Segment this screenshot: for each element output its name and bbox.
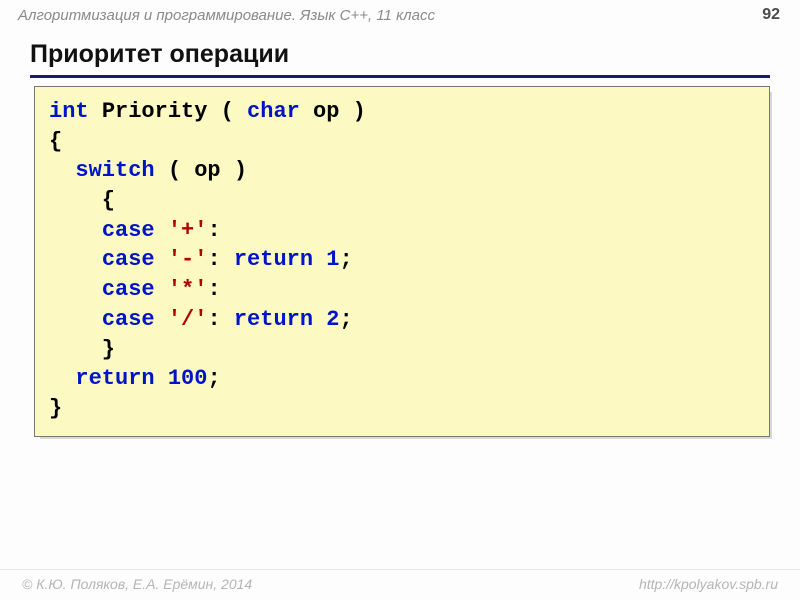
pad [49, 218, 102, 243]
txt: ( [207, 99, 247, 124]
txt: : [207, 247, 233, 272]
code-block: int Priority ( char op ) { switch ( op )… [34, 86, 770, 437]
num-literal: 2 [326, 307, 339, 332]
kw-return: return [234, 247, 313, 272]
char-literal: '+' [168, 218, 208, 243]
num-literal: 100 [168, 366, 208, 391]
header: Алгоритмизация и программирование. Язык … [0, 0, 800, 28]
txt: ( op ) [155, 158, 247, 183]
func-name: Priority [102, 99, 208, 124]
footer: © К.Ю. Поляков, Е.А. Ерёмин, 2014 http:/… [0, 569, 800, 592]
brace-open: { [49, 188, 115, 213]
kw-switch: switch [75, 158, 154, 183]
char-literal: '-' [168, 247, 208, 272]
header-title: Алгоритмизация и программирование. Язык … [18, 7, 435, 24]
kw-case: case [102, 307, 155, 332]
page-number: 92 [762, 6, 780, 24]
char-literal: '/' [168, 307, 208, 332]
page-title: Приоритет операции [30, 40, 770, 78]
txt: ; [339, 247, 352, 272]
txt: : [207, 218, 220, 243]
kw-char: char [247, 99, 300, 124]
brace-close: } [49, 337, 115, 362]
txt [313, 247, 326, 272]
num-literal: 1 [326, 247, 339, 272]
txt [155, 218, 168, 243]
brace-close: } [49, 396, 62, 421]
kw-case: case [102, 247, 155, 272]
txt: : [207, 277, 220, 302]
pad [49, 366, 75, 391]
pad [49, 307, 102, 332]
txt [313, 307, 326, 332]
kw-case: case [102, 218, 155, 243]
txt [155, 366, 168, 391]
txt: : [207, 307, 233, 332]
brace-open: { [49, 129, 62, 154]
txt [155, 307, 168, 332]
kw-case: case [102, 277, 155, 302]
pad [49, 277, 102, 302]
pad [49, 247, 102, 272]
pad [49, 158, 75, 183]
kw-return: return [234, 307, 313, 332]
txt [155, 247, 168, 272]
char-literal: '*' [168, 277, 208, 302]
txt [155, 277, 168, 302]
footer-copyright: © К.Ю. Поляков, Е.А. Ерёмин, 2014 [22, 576, 252, 592]
txt: op ) [300, 99, 366, 124]
kw-int: int [49, 99, 89, 124]
code-content: int Priority ( char op ) { switch ( op )… [34, 86, 770, 437]
txt [89, 99, 102, 124]
txt: ; [207, 366, 220, 391]
footer-url: http://kpolyakov.spb.ru [639, 576, 778, 592]
txt: ; [339, 307, 352, 332]
kw-return: return [75, 366, 154, 391]
